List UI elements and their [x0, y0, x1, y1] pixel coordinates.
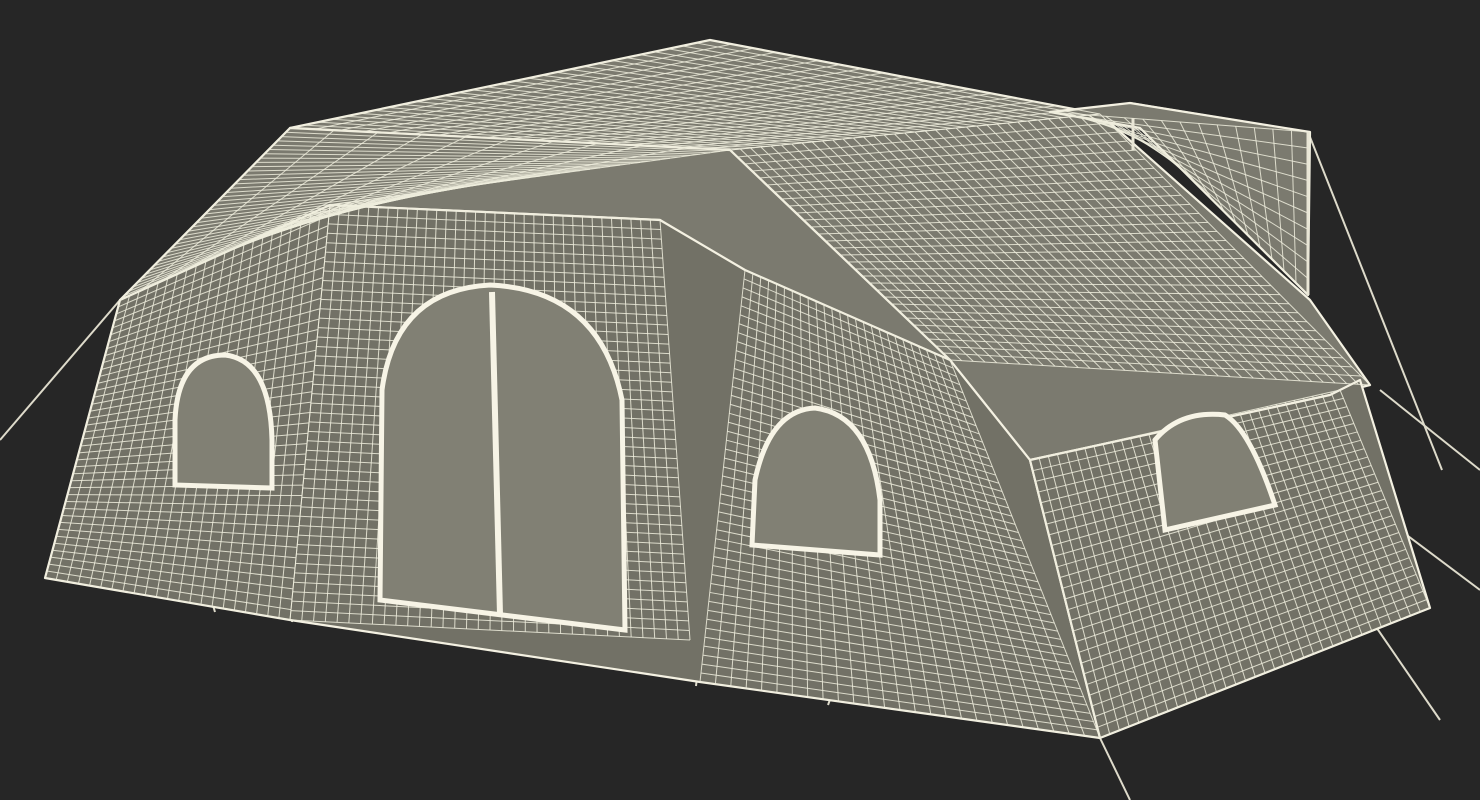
guy-rope — [1099, 737, 1131, 800]
door-arch — [377, 282, 628, 633]
tent-wireframe-render — [0, 38, 1480, 800]
left-window-arch — [172, 352, 275, 491]
render-viewport — [0, 0, 1480, 800]
guy-rope — [1379, 389, 1480, 471]
